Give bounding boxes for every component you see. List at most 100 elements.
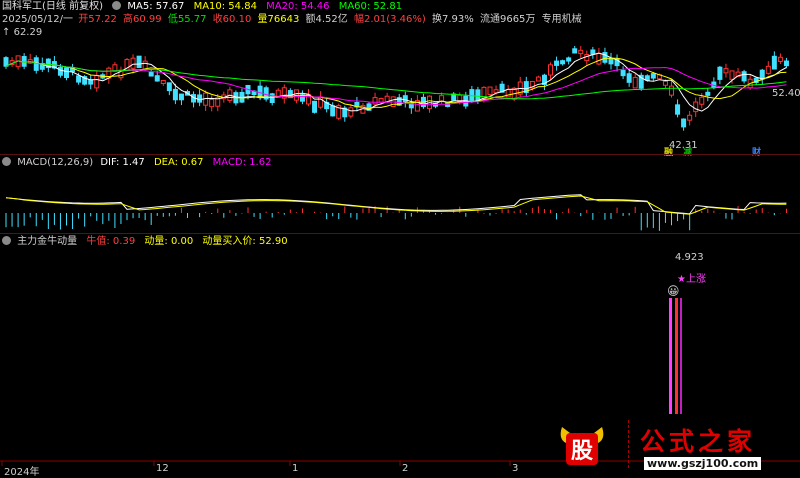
candle[interactable] [451,93,457,101]
candle[interactable] [771,55,777,70]
quote-bar: 2025/05/12/一 开57.22 高60.99 低55.77 收60.10… [2,14,582,26]
candle[interactable] [154,75,160,82]
macd-dea: DEA: 0.67 [153,157,204,168]
badge-rong[interactable]: 融 [664,145,673,158]
signal-bar[interactable] [669,298,672,414]
signal-bar[interactable] [675,298,678,414]
ma10-line[interactable] [5,57,787,110]
settings-icon[interactable] [112,1,122,10]
candle[interactable] [535,76,541,82]
ma60-label: MA60: 52.81 [338,1,403,12]
candle[interactable] [57,67,63,76]
candle[interactable] [148,72,154,77]
candle[interactable] [765,65,771,74]
candle[interactable] [662,80,668,86]
indicator-title[interactable]: 主力金牛动量 [17,236,77,247]
candle[interactable] [705,91,711,96]
candle[interactable] [717,66,723,80]
candle[interactable] [608,57,614,65]
candle[interactable] [487,86,493,96]
macd-title[interactable]: MACD(12,26,9) [17,157,93,168]
price-right-label: 52.40 [772,88,800,99]
indicator-chart[interactable] [669,298,682,414]
logo-glyph: 股 [571,438,593,464]
candle[interactable] [3,57,9,67]
candle[interactable] [759,69,765,80]
candle[interactable] [257,85,263,98]
macd-settings-icon[interactable] [2,157,11,166]
candle[interactable] [330,105,336,117]
pane-divider[interactable] [0,154,800,155]
badge-cai[interactable]: 财 [752,145,761,158]
candle[interactable] [402,95,408,103]
price-chart[interactable] [3,45,789,131]
candle[interactable] [493,89,499,94]
macd-chart[interactable] [5,194,787,231]
candle[interactable] [578,49,584,55]
candle[interactable] [166,82,172,92]
candle[interactable] [572,48,578,54]
candle[interactable] [675,104,681,115]
candle[interactable] [548,64,553,76]
candle[interactable] [372,97,378,105]
candle[interactable] [560,60,566,65]
high-arrow-icon: ↑ [2,27,11,38]
time-label: 3 [512,463,519,474]
candle[interactable] [312,100,318,113]
candle[interactable] [650,73,656,79]
quote-high: 高60.99 [123,14,162,25]
ma20-line[interactable] [5,60,787,106]
quote-change: 幅2.01(3.46%) [353,14,426,25]
candle[interactable] [378,98,384,103]
stock-title[interactable]: 国科军工(日线 前复权) [2,1,103,12]
ma5-label: MA5: 57.67 [127,1,185,12]
candle[interactable] [33,57,39,71]
gszj-logo: 股 [556,421,608,467]
candle[interactable] [88,79,94,85]
candle[interactable] [160,79,166,84]
candle[interactable] [669,85,674,96]
candle[interactable] [136,55,142,68]
quote-close: 收60.10 [212,14,252,25]
candle[interactable] [584,54,590,62]
pane-divider-2[interactable] [0,233,800,234]
candle[interactable] [21,56,27,67]
candle[interactable] [693,101,699,113]
niu-zhi-value: 牛值: 0.39 [86,236,136,247]
candle[interactable] [777,56,783,62]
candle[interactable] [469,89,475,101]
candle[interactable] [318,96,324,108]
candle[interactable] [626,73,632,83]
candle[interactable] [439,95,445,102]
candle[interactable] [76,75,82,83]
candle[interactable] [172,88,178,101]
candle[interactable] [681,118,687,128]
dong-liang-value: 动量: 0.00 [144,236,194,247]
signal-bar[interactable] [680,298,682,414]
candle[interactable] [197,94,203,103]
candle[interactable] [348,107,354,117]
candle[interactable] [699,96,705,105]
candle[interactable] [596,52,602,65]
candle[interactable] [590,49,596,55]
candle[interactable] [566,57,572,62]
candle[interactable] [130,57,136,69]
candle[interactable] [687,114,693,121]
peak-value-label: 4.923 [675,252,704,263]
watermark-divider [628,420,630,468]
candle[interactable] [620,70,626,77]
candle[interactable] [741,71,747,82]
candle[interactable] [632,76,638,89]
candle[interactable] [178,93,184,101]
candle[interactable] [64,67,69,79]
candle[interactable] [783,60,789,67]
candle[interactable] [209,99,215,108]
candle[interactable] [723,68,729,74]
indicator-settings-icon[interactable] [2,236,11,245]
candle[interactable] [729,70,735,80]
candle[interactable] [94,75,100,89]
candle[interactable] [554,60,560,66]
macd-dif: DIF: 1.47 [100,157,145,168]
signal-label: ★上涨 [677,274,706,285]
badge-jian[interactable]: 减 [683,145,692,158]
